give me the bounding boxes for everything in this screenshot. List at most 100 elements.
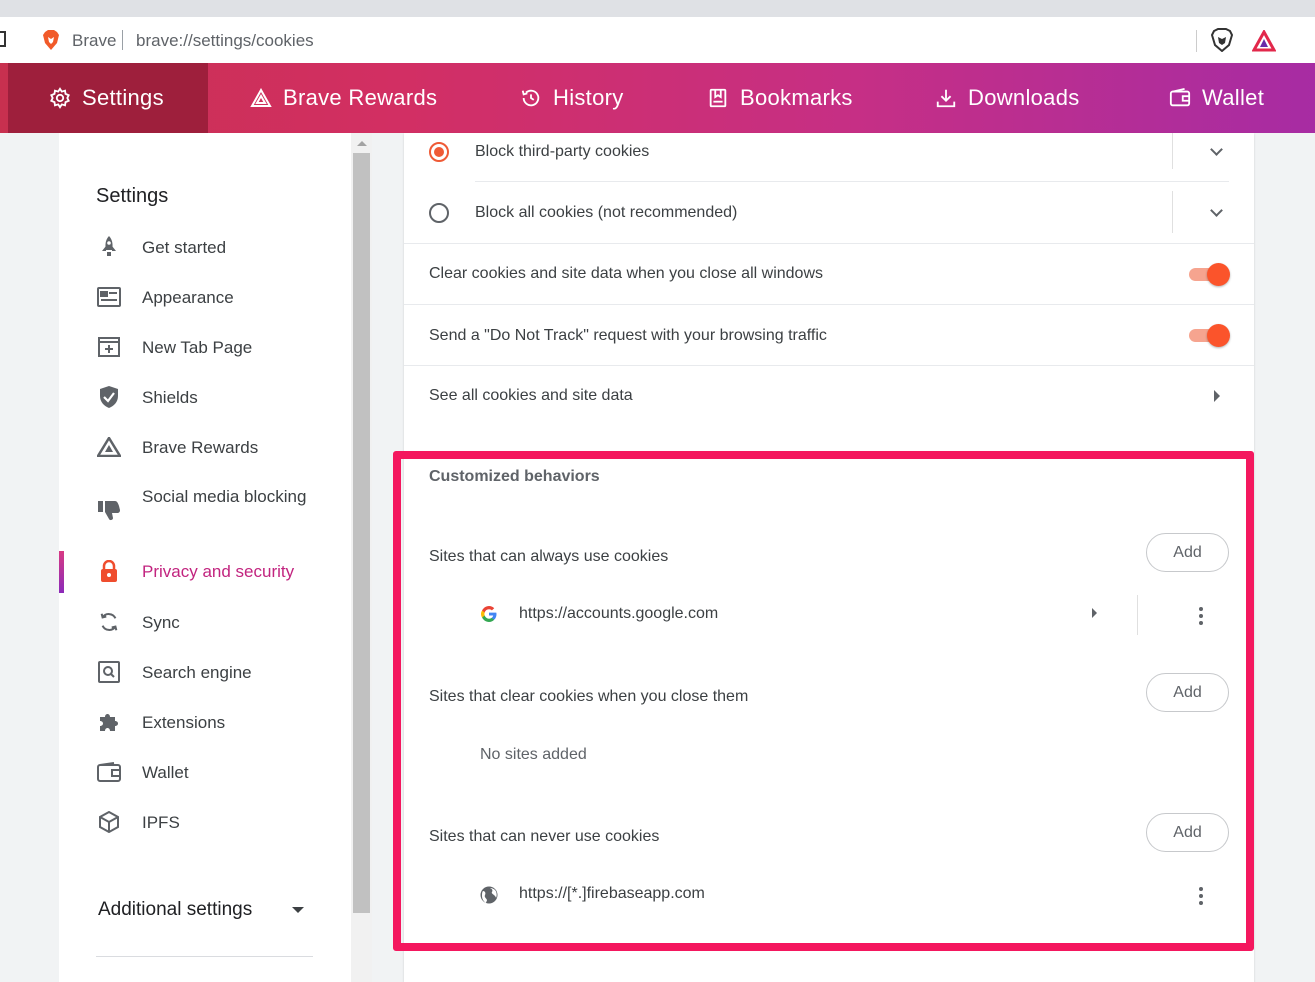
block-site-url: https://[*.]firebaseapp.com (519, 885, 705, 902)
cube-icon (97, 810, 121, 834)
tab-history[interactable]: History (520, 63, 624, 133)
tab-settings-label: Settings (82, 85, 164, 110)
sync-icon (97, 610, 121, 634)
browser-tabstrip (0, 0, 1315, 17)
gear-icon (50, 87, 70, 109)
chevron-down-icon[interactable] (1210, 143, 1223, 156)
sidebar-item-wallet[interactable]: Wallet (59, 752, 351, 792)
sidebar-scrollbar[interactable] (351, 133, 372, 982)
sidebar-item-privacy-and-security[interactable]: Privacy and security (59, 551, 351, 593)
tab-settings[interactable]: Settings (8, 63, 208, 133)
sidebar-item-new-tab-page[interactable]: New Tab Page (59, 327, 351, 367)
clear-heading: Sites that clear cookies when you close … (429, 688, 749, 705)
sidebar-item-social-media-blocking[interactable]: Social media blocking (59, 484, 351, 536)
wallet-icon (1169, 87, 1191, 107)
wallet-icon (97, 760, 121, 784)
see-all-cookies-label: See all cookies and site data (429, 387, 633, 404)
globe-icon (480, 886, 498, 904)
row-divider (1172, 191, 1173, 233)
radio-block-all[interactable] (429, 203, 449, 223)
more-actions-icon[interactable] (1199, 887, 1203, 905)
sidebar-item-label: Extensions (142, 712, 226, 732)
sidebar-item-label: New Tab Page (142, 337, 253, 357)
brave-rewards-icon[interactable] (1252, 30, 1276, 52)
thumbs-down-icon (97, 498, 121, 522)
sidebar-item-brave-rewards[interactable]: Brave Rewards (59, 427, 351, 467)
tab-brave-rewards[interactable]: Brave Rewards (250, 63, 437, 133)
tab-wallet-label: Wallet (1202, 85, 1265, 110)
add-clear-on-exit-button[interactable]: Add (1146, 673, 1229, 712)
sidebar-item-label: Privacy and security (142, 561, 295, 581)
download-icon (936, 89, 956, 108)
extension-separator (1196, 30, 1197, 52)
sidebar-title: Settings (96, 185, 169, 207)
tab-wallet[interactable]: Wallet (1169, 63, 1264, 133)
brave-top-nav: Settings Brave Rewards History Bookmarks… (0, 63, 1315, 133)
sidebar-item-shields[interactable]: Shields (59, 377, 351, 417)
brave-shields-icon[interactable] (1211, 28, 1233, 52)
row-divider (1137, 595, 1138, 635)
tab-brave-rewards-label: Brave Rewards (283, 85, 438, 110)
block-all-label: Block all cookies (not recommended) (475, 204, 738, 221)
block-heading: Sites that can never use cookies (429, 828, 660, 845)
history-icon (521, 89, 540, 107)
browser-toolbar: Brave brave://settings/cookies (0, 17, 1315, 63)
chevron-down-icon[interactable] (1210, 204, 1223, 217)
block-third-party-label: Block third-party cookies (475, 143, 650, 160)
list-item[interactable]: https://[*.]firebaseapp.com (404, 875, 1254, 915)
sidebar-item-label: IPFS (142, 812, 180, 832)
sidebar-item-sync[interactable]: Sync (59, 602, 351, 642)
sidebar-divider (96, 956, 313, 957)
additional-settings-toggle[interactable]: Additional settings (98, 899, 252, 921)
radio-block-third-party[interactable] (429, 142, 449, 162)
customized-behaviors-title: Customized behaviors (429, 468, 600, 485)
sidebar-item-label: Appearance (142, 287, 234, 307)
appearance-icon (97, 285, 121, 309)
puzzle-icon (97, 710, 121, 734)
settings-sidebar: Settings Get started Appearance New Tab … (59, 133, 351, 982)
list-item[interactable]: https://accounts.google.com (404, 595, 1254, 635)
sidebar-item-appearance[interactable]: Appearance (59, 277, 351, 317)
see-all-cookies-row[interactable]: See all cookies and site data (404, 366, 1254, 426)
sidebar-item-extensions[interactable]: Extensions (59, 702, 351, 742)
triangle-icon (250, 88, 272, 107)
sidebar-item-label: Shields (142, 387, 198, 407)
cookies-settings-card: Block third-party cookies Block all cook… (404, 133, 1254, 982)
rocket-icon (97, 235, 121, 259)
caret-down-icon[interactable] (292, 907, 304, 913)
tab-downloads[interactable]: Downloads (935, 63, 1080, 133)
no-sites-added-text: No sites added (480, 746, 587, 763)
more-actions-icon[interactable] (1199, 607, 1203, 625)
scroll-thumb[interactable] (353, 153, 370, 913)
url-text[interactable]: brave://settings/cookies (136, 31, 314, 51)
add-allow-button[interactable]: Add (1146, 533, 1229, 572)
tab-history-label: History (553, 85, 624, 110)
tab-bookmarks[interactable]: Bookmarks (707, 63, 853, 133)
address-bar[interactable]: Brave brave://settings/cookies (30, 23, 1285, 57)
sidebar-item-ipfs[interactable]: IPFS (59, 802, 351, 842)
clear-on-close-toggle[interactable] (1189, 263, 1230, 286)
add-block-button[interactable]: Add (1146, 813, 1229, 852)
sidebar-item-get-started[interactable]: Get started (59, 227, 351, 267)
row-separator (404, 243, 1254, 244)
row-separator (404, 304, 1254, 305)
arrow-right-icon[interactable] (1092, 608, 1097, 618)
shield-icon (97, 385, 121, 409)
sidebar-item-search-engine[interactable]: Search engine (59, 652, 351, 692)
row-divider (1172, 133, 1173, 169)
sidebar-item-label: Wallet (142, 762, 189, 782)
do-not-track-toggle[interactable] (1189, 324, 1230, 347)
clear-on-close-label: Clear cookies and site data when you clo… (429, 265, 823, 282)
scroll-up-arrow[interactable] (357, 141, 367, 146)
google-icon (481, 606, 497, 622)
sidebar-item-label: Social media blocking (142, 487, 307, 506)
bookmark-icon (709, 88, 727, 108)
sidebar-item-label: Sync (142, 612, 180, 632)
tab-downloads-label: Downloads (968, 85, 1080, 110)
do-not-track-label: Send a "Do Not Track" request with your … (429, 327, 827, 344)
row-separator (475, 181, 1229, 182)
allow-site-url: https://accounts.google.com (519, 605, 719, 622)
new-tab-icon (97, 335, 121, 359)
reading-list-icon[interactable] (0, 31, 6, 47)
allow-heading: Sites that can always use cookies (429, 548, 669, 565)
